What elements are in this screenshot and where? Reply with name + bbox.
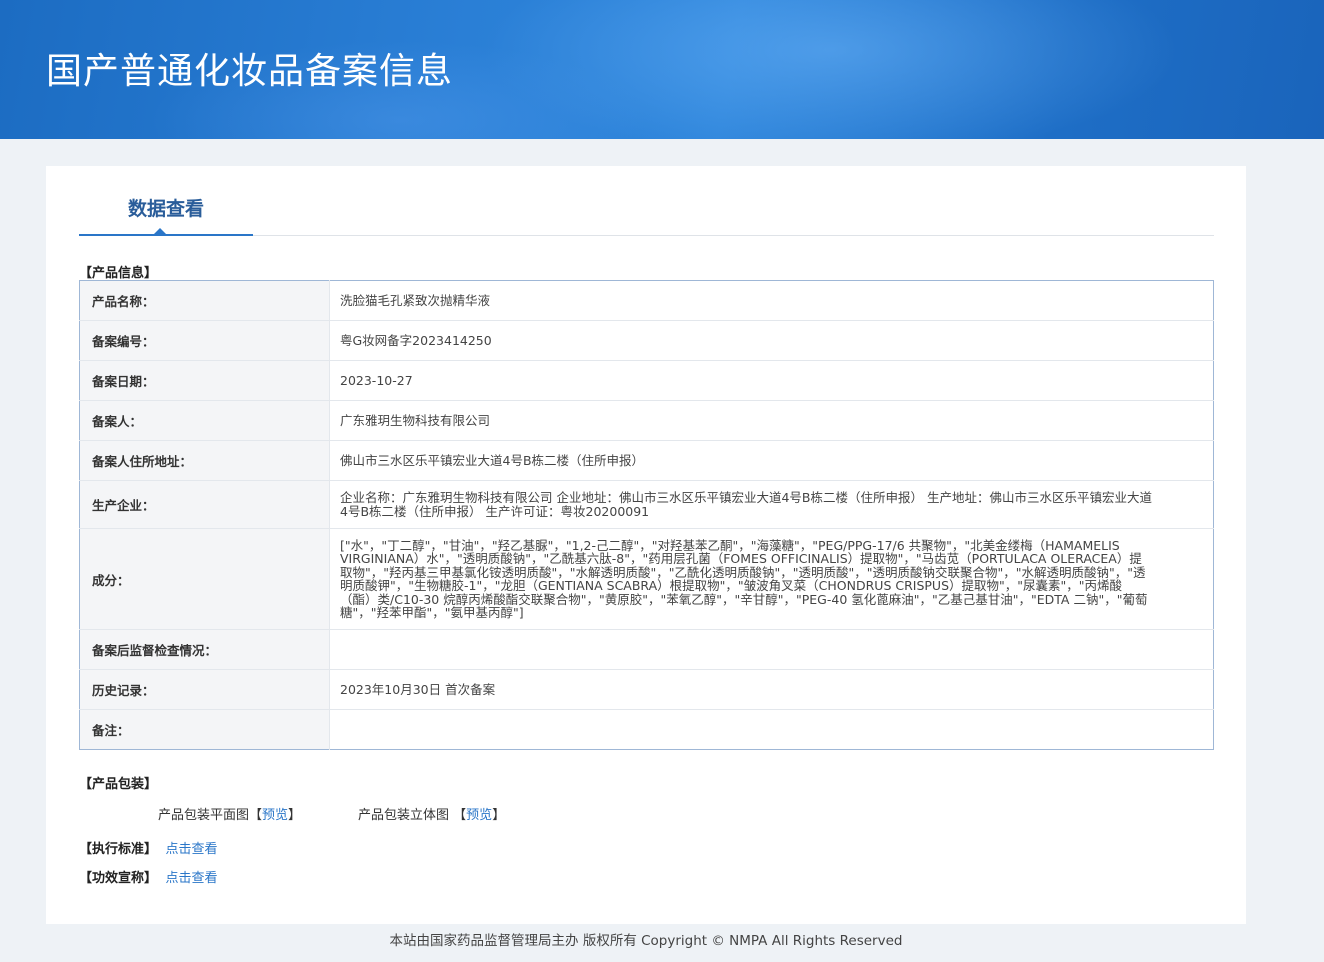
packaging-solid-label: 产品包装立体图 — [358, 808, 450, 823]
table-row: 产品名称： 洗脸猫毛孔紧致次抛精华液 — [79, 280, 1214, 321]
header-banner: 国产普通化妆品备案信息 — [0, 0, 1324, 139]
row-label: 备案后监督检查情况： — [79, 629, 330, 670]
row-label: 成分： — [79, 528, 330, 630]
row-label: 备案人住所地址： — [79, 440, 330, 481]
section-product-info: 【产品信息】 — [79, 266, 158, 281]
standard-label: 【执行标准】 — [79, 842, 158, 857]
row-value: 粤G妆网备字2023414250 — [329, 320, 1214, 361]
efficacy-view-link[interactable]: 点击查看 — [166, 871, 218, 886]
section-efficacy: 【功效宣称】 点击查看 — [79, 867, 218, 886]
standard-view-link[interactable]: 点击查看 — [166, 842, 218, 857]
section-product-packaging: 【产品包装】 — [79, 777, 158, 792]
row-label: 产品名称： — [79, 280, 330, 321]
tab-bar: 数据查看 — [79, 166, 1214, 236]
table-row: 生产企业： 企业名称：广东雅玥生物科技有限公司 企业地址：佛山市三水区乐平镇宏业… — [79, 480, 1214, 529]
table-row: 备案人住所地址： 佛山市三水区乐平镇宏业大道4号B栋二楼（住所申报） — [79, 440, 1214, 481]
table-row: 备案人： 广东雅玥生物科技有限公司 — [79, 400, 1214, 441]
efficacy-label: 【功效宣称】 — [79, 871, 158, 886]
row-value: 佛山市三水区乐平镇宏业大道4号B栋二楼（住所申报） — [329, 440, 1214, 481]
row-value: ["水"，"丁二醇"，"甘油"，"羟乙基脲"，"1,2-己二醇"，"对羟基苯乙酮… — [329, 528, 1214, 630]
table-row: 成分： ["水"，"丁二醇"，"甘油"，"羟乙基脲"，"1,2-己二醇"，"对羟… — [79, 528, 1214, 630]
row-label: 历史记录： — [79, 669, 330, 710]
bracket-close: 】 — [288, 808, 302, 823]
footer-copyright: 本站由国家药品监督管理局主办 版权所有 Copyright © NMPA All… — [389, 933, 903, 949]
bracket-close: 】 — [492, 808, 506, 823]
row-label: 生产企业： — [79, 480, 330, 529]
row-label: 备注： — [79, 709, 330, 750]
table-row: 备注： — [79, 709, 1214, 750]
tab-data-view[interactable]: 数据查看 — [79, 166, 253, 236]
packaging-solid: 产品包装立体图 【预览】 — [358, 804, 505, 823]
section-standard: 【执行标准】 点击查看 — [79, 838, 218, 857]
row-value: 洗脸猫毛孔紧致次抛精华液 — [329, 280, 1214, 321]
row-label: 备案日期： — [79, 360, 330, 401]
table-row: 备案编号： 粤G妆网备字2023414250 — [79, 320, 1214, 361]
preview-solid-link[interactable]: 预览 — [466, 808, 492, 823]
content-card: 数据查看 【产品信息】 产品名称： 洗脸猫毛孔紧致次抛精华液 备案编号： 粤G妆… — [46, 166, 1246, 924]
tab-caret-icon — [154, 228, 166, 234]
bracket-open: 【 — [249, 808, 263, 823]
packaging-flat-label: 产品包装平面图 — [158, 808, 250, 823]
row-value: 2023-10-27 — [329, 360, 1214, 401]
page-title: 国产普通化妆品备案信息 — [46, 51, 454, 92]
table-row: 备案日期： 2023-10-27 — [79, 360, 1214, 401]
row-label: 备案编号： — [79, 320, 330, 361]
table-row: 历史记录： 2023年10月30日 首次备案 — [79, 669, 1214, 710]
row-value: 企业名称：广东雅玥生物科技有限公司 企业地址：佛山市三水区乐平镇宏业大道4号B栋… — [329, 480, 1214, 529]
row-value: 2023年10月30日 首次备案 — [329, 669, 1214, 710]
row-value: 广东雅玥生物科技有限公司 — [329, 400, 1214, 441]
row-value — [330, 710, 1214, 750]
product-info-table: 产品名称： 洗脸猫毛孔紧致次抛精华液 备案编号： 粤G妆网备字202341425… — [79, 280, 1214, 750]
tab-label: 数据查看 — [127, 198, 204, 220]
table-row: 备案后监督检查情况： — [79, 629, 1214, 670]
row-label: 备案人： — [79, 400, 330, 441]
row-value — [329, 629, 1214, 670]
preview-flat-link[interactable]: 预览 — [262, 808, 288, 823]
bracket-open: 【 — [453, 808, 467, 823]
packaging-flat: 产品包装平面图【预览】 — [158, 804, 301, 823]
